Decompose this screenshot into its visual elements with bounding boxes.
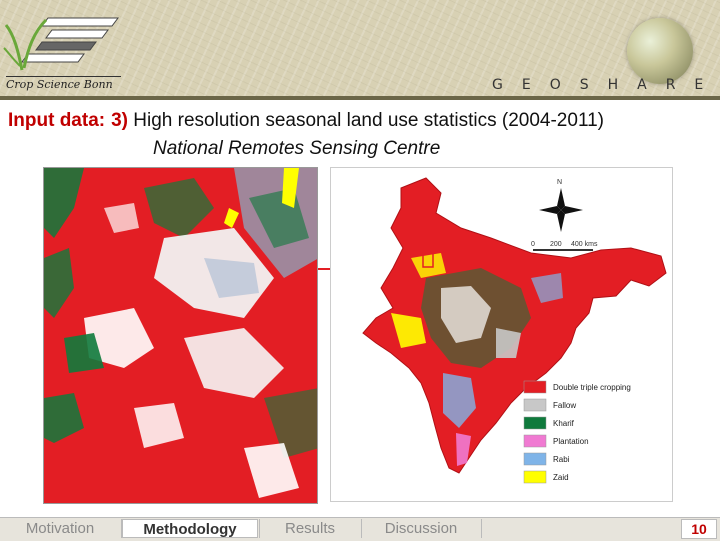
globe-logo	[627, 18, 693, 84]
legend-swatch-rabi	[523, 452, 547, 466]
scale-label-0: 0	[531, 241, 535, 248]
nav-separator	[481, 519, 482, 538]
compass-rose-icon	[539, 188, 583, 232]
legend-swatch-zaid	[523, 470, 547, 484]
legend-label-rabi: Rabi	[553, 455, 570, 464]
header-divider	[0, 96, 720, 100]
title-number: 3)	[111, 110, 129, 131]
legend-label-double: Double triple cropping	[553, 383, 631, 392]
north-label: N	[557, 179, 562, 186]
title-label: Input data:	[8, 110, 106, 131]
title-text: High resolution seasonal land use statis…	[133, 110, 604, 131]
slide-subtitle: National Remotes Sensing Centre	[153, 138, 441, 159]
brand-underline	[6, 76, 121, 77]
nav-discussion[interactable]: Discussion	[362, 519, 480, 538]
crop-science-logo	[3, 17, 119, 71]
slide-header: Crop Science Bonn GEOSHARE	[0, 0, 720, 100]
legend-label-plantation: Plantation	[553, 437, 589, 446]
nav-methodology[interactable]: Methodology	[122, 519, 258, 538]
legend-label-zaid: Zaid	[553, 473, 569, 482]
nav-results[interactable]: Results	[260, 519, 360, 538]
page-number: 10	[681, 519, 717, 539]
legend-swatch-fallow	[523, 398, 547, 412]
legend-label-kharif: Kharif	[553, 419, 575, 428]
slide-title: Input data: 3) High resolution seasonal l…	[8, 110, 604, 132]
geoshare-wordmark: GEOSHARE	[492, 77, 720, 93]
india-landuse-map: N 0 200 400 kms Double triple cropping F…	[330, 167, 673, 502]
scale-label-200: 200	[550, 241, 562, 248]
legend-swatch-double	[523, 380, 547, 394]
legend-swatch-kharif	[523, 416, 547, 430]
legend-swatch-plantation	[523, 434, 547, 448]
scale-label-400: 400 kms	[571, 241, 598, 248]
legend-label-fallow: Fallow	[553, 401, 576, 410]
nav-motivation[interactable]: Motivation	[0, 519, 120, 538]
brand-name: Crop Science Bonn	[6, 78, 113, 91]
map-legend: Double triple cropping Fallow Kharif Pla…	[523, 380, 631, 484]
zoomed-landuse-image	[43, 167, 318, 504]
